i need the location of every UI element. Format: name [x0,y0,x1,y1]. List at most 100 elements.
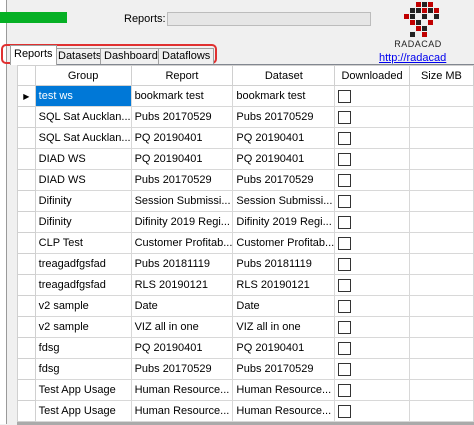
downloaded-checkbox[interactable] [338,110,352,124]
table-row[interactable]: fdsg Pubs 20170529 Pubs 20170529 [17,358,474,380]
cell-size[interactable] [408,316,474,338]
cell-dataset[interactable]: Pubs 20170529 [232,358,336,380]
downloaded-checkbox[interactable] [338,131,352,145]
table-row[interactable]: ▶ test ws bookmark test bookmark test [17,85,474,107]
cell-group[interactable]: v2 sample [34,316,132,338]
table-row[interactable]: SQL Sat Aucklan... PQ 20190401 PQ 20190401 [17,127,474,149]
cell-report[interactable]: Customer Profitab... [130,232,234,254]
cell-group[interactable]: DIAD WS [34,148,132,170]
cell-dataset[interactable]: Date [232,295,336,317]
row-header[interactable] [17,169,36,191]
cell-report[interactable]: PQ 20190401 [130,148,234,170]
row-header[interactable] [17,337,36,359]
table-row[interactable]: Test App Usage Human Resource... Human Res… [17,379,474,401]
tab-dataflows[interactable]: Dataflows [158,48,215,64]
cell-dataset[interactable]: Session Submissi... [232,190,336,212]
table-row[interactable]: DIAD WS PQ 20190401 PQ 20190401 [17,148,474,170]
row-header[interactable] [17,316,36,338]
cell-size[interactable] [408,106,474,128]
cell-group[interactable]: treagadfgsfad [34,253,132,275]
column-header-dataset[interactable]: Dataset [232,65,336,86]
radacad-link[interactable]: http://radacad [379,52,446,64]
cell-group[interactable]: treagadfgsfad [34,274,132,296]
cell-dataset[interactable]: Pubs 20181119 [232,253,336,275]
downloaded-checkbox[interactable] [338,194,352,208]
row-header[interactable] [17,274,36,296]
table-row[interactable]: SQL Sat Aucklan... Pubs 20170529 Pubs 2017… [17,106,474,128]
cell-size[interactable] [408,358,474,380]
downloaded-checkbox[interactable] [338,362,352,376]
cell-dataset[interactable]: Pubs 20170529 [232,106,336,128]
table-row[interactable]: DIAD WS Pubs 20170529 Pubs 20170529 [17,169,474,191]
downloaded-checkbox[interactable] [338,299,352,313]
cell-dataset[interactable]: PQ 20190401 [232,337,336,359]
table-row[interactable]: treagadfgsfad Pubs 20181119 Pubs 20181119 [17,253,474,275]
cell-group[interactable]: Test App Usage [34,400,132,422]
table-row[interactable]: treagadfgsfad RLS 20190121 RLS 20190121 [17,274,474,296]
downloaded-checkbox[interactable] [338,152,352,166]
column-header-size[interactable]: Size MB [408,65,474,86]
cell-dataset[interactable]: RLS 20190121 [232,274,336,296]
downloaded-checkbox[interactable] [338,215,352,229]
downloaded-checkbox[interactable] [338,278,352,292]
row-header[interactable] [17,379,36,401]
cell-size[interactable] [408,232,474,254]
cell-report[interactable]: Session Submissi... [130,190,234,212]
table-row[interactable]: v2 sample Date Date [17,295,474,317]
table-row[interactable]: CLP Test Customer Profitab... Customer Pro… [17,232,474,254]
row-header[interactable] [17,148,36,170]
row-header[interactable] [17,295,36,317]
cell-size[interactable] [408,379,474,401]
downloaded-checkbox[interactable] [338,257,352,271]
column-header-report[interactable]: Report [130,65,234,86]
column-header-downloaded[interactable]: Downloaded [334,65,410,86]
cell-size[interactable] [408,85,474,107]
row-header[interactable] [17,190,36,212]
row-header[interactable] [17,211,36,233]
downloaded-checkbox[interactable] [338,173,352,187]
cell-group[interactable]: v2 sample [34,295,132,317]
cell-group[interactable]: SQL Sat Aucklan... [34,127,132,149]
column-header-group[interactable]: Group [34,65,132,86]
cell-size[interactable] [408,211,474,233]
downloaded-checkbox[interactable] [338,383,352,397]
cell-report[interactable]: Pubs 20170529 [130,106,234,128]
downloaded-checkbox[interactable] [338,236,352,250]
cell-report[interactable]: Pubs 20170529 [130,358,234,380]
cell-size[interactable] [408,190,474,212]
cell-report[interactable]: Pubs 20181119 [130,253,234,275]
cell-group[interactable]: CLP Test [34,232,132,254]
cell-group[interactable]: DIAD WS [34,169,132,191]
cell-report[interactable]: Pubs 20170529 [130,169,234,191]
cell-group[interactable]: SQL Sat Aucklan... [34,106,132,128]
cell-report[interactable]: RLS 20190121 [130,274,234,296]
reports-grid[interactable]: Group Report Dataset Downloaded Size MB … [17,64,474,425]
tab-reports[interactable]: Reports [10,45,57,65]
table-row[interactable]: Difinity Difinity 2019 Regi... Difinity 20… [17,211,474,233]
cell-group[interactable]: fdsg [34,358,132,380]
downloaded-checkbox[interactable] [338,320,352,334]
cell-report[interactable]: Difinity 2019 Regi... [130,211,234,233]
cell-size[interactable] [408,148,474,170]
cell-group[interactable]: Difinity [34,190,132,212]
cell-size[interactable] [408,127,474,149]
cell-dataset[interactable]: bookmark test [232,85,336,107]
cell-size[interactable] [408,295,474,317]
cell-dataset[interactable]: Customer Profitab... [232,232,336,254]
cell-dataset[interactable]: VIZ all in one [232,316,336,338]
cell-report[interactable]: Date [130,295,234,317]
cell-size[interactable] [408,169,474,191]
cell-group[interactable]: Test App Usage [34,379,132,401]
cell-size[interactable] [408,253,474,275]
cell-report[interactable]: bookmark test [130,85,234,107]
cell-dataset[interactable]: Difinity 2019 Regi... [232,211,336,233]
row-header[interactable] [17,106,36,128]
row-header[interactable]: ▶ [17,85,36,107]
cell-report[interactable]: Human Resource... [130,379,234,401]
table-row[interactable]: Difinity Session Submissi... Session Submi… [17,190,474,212]
row-header[interactable] [17,232,36,254]
cell-group[interactable]: test ws [34,85,132,107]
downloaded-checkbox[interactable] [338,341,352,355]
cell-size[interactable] [408,337,474,359]
cell-dataset[interactable]: Human Resource... [232,379,336,401]
